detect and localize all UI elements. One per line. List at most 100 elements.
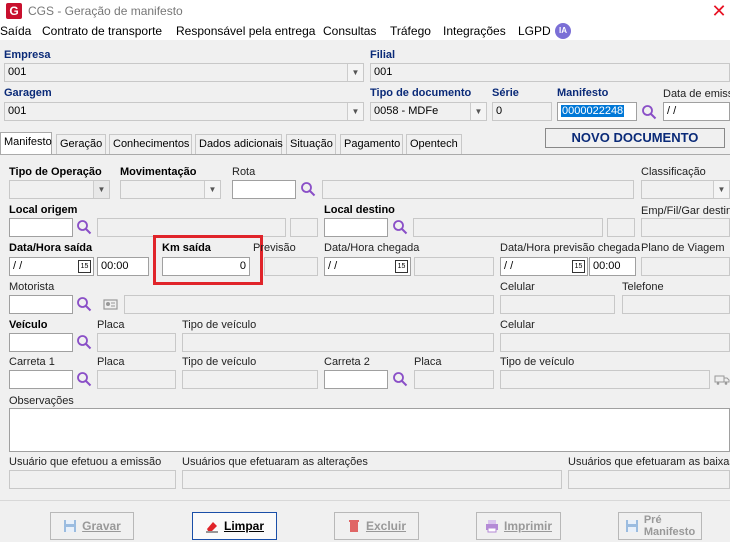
empresa-label: Empresa <box>4 49 51 61</box>
menu-integracoes[interactable]: Integrações <box>443 24 506 38</box>
menu-trafego[interactable]: Tráfego <box>390 24 431 38</box>
search-icon[interactable] <box>392 371 408 387</box>
chevron-down-icon[interactable]: ▼ <box>93 181 109 198</box>
celular-label: Celular <box>500 281 535 293</box>
calendar-icon[interactable]: 15 <box>78 260 91 273</box>
data-emissao-field[interactable]: / / <box>663 102 730 121</box>
search-icon[interactable] <box>641 104 657 120</box>
tab-manifesto[interactable]: Manifesto <box>0 132 52 154</box>
data-chegada-input[interactable]: / / 15 <box>324 257 411 276</box>
serie-field[interactable]: 0 <box>492 102 552 121</box>
telefone-field <box>622 295 730 314</box>
calendar-icon[interactable]: 15 <box>395 260 408 273</box>
tipo-veiculo-label: Tipo de veículo <box>182 319 257 331</box>
close-icon[interactable]: ✕ <box>708 0 730 22</box>
celular2-label: Celular <box>500 319 535 331</box>
limpar-button[interactable]: Limpar <box>192 512 277 540</box>
movimentacao-select[interactable]: ▼ <box>120 180 221 199</box>
search-icon[interactable] <box>76 296 92 312</box>
previsao-field <box>264 257 318 276</box>
ia-badge-icon[interactable]: IA <box>555 23 571 39</box>
tipo-veiculo-carreta1-field <box>182 370 318 389</box>
pre-manifesto-line2: Manifesto <box>643 526 696 538</box>
placa-carreta1-label: Placa <box>97 356 125 368</box>
local-origem-input[interactable] <box>9 218 73 237</box>
classificacao-select[interactable]: ▼ <box>641 180 730 199</box>
tipo-documento-field[interactable]: 0058 - MDFe ▼ <box>370 102 487 121</box>
truck-icon[interactable] <box>714 371 730 387</box>
empresa-field[interactable]: 001 ▼ <box>4 63 364 82</box>
gravar-button[interactable]: Gravar <box>50 512 134 540</box>
search-icon[interactable] <box>392 219 408 235</box>
tab-pagamento[interactable]: Pagamento <box>340 134 403 154</box>
hora-prev-chegada-input[interactable]: 00:00 <box>589 257 636 276</box>
celular-field <box>500 295 615 314</box>
hora-saida-value: 00:00 <box>101 260 129 272</box>
tipo-operacao-select[interactable]: ▼ <box>9 180 110 199</box>
driver-card-icon[interactable] <box>103 296 119 312</box>
tab-geracao[interactable]: Geração <box>56 134 106 154</box>
celular2-field <box>500 333 730 352</box>
data-saida-input[interactable]: / / 15 <box>9 257 94 276</box>
carreta2-input[interactable] <box>324 370 388 389</box>
observacoes-textarea[interactable] <box>9 408 730 452</box>
tab-dados-adicionais[interactable]: Dados adicionais <box>195 134 283 154</box>
printer-icon <box>485 520 498 533</box>
chevron-down-icon[interactable]: ▼ <box>204 181 220 198</box>
rota-description <box>322 180 634 199</box>
garagem-field[interactable]: 001 ▼ <box>4 102 364 121</box>
local-destino-input[interactable] <box>324 218 388 237</box>
veiculo-label: Veículo <box>9 319 48 331</box>
tab-opentech[interactable]: Opentech <box>406 134 462 154</box>
excluir-button[interactable]: Excluir <box>334 512 419 540</box>
pre-manifesto-button[interactable]: Pré Manifesto <box>618 512 702 540</box>
tipo-documento-label: Tipo de documento <box>370 87 472 99</box>
hora-chegada-field <box>414 257 494 276</box>
motorista-input[interactable] <box>9 295 73 314</box>
tipo-veiculo-carreta2-field <box>500 370 710 389</box>
imprimir-button[interactable]: Imprimir <box>476 512 561 540</box>
excluir-label: Excluir <box>365 519 407 533</box>
tab-situacao[interactable]: Situação <box>286 134 336 154</box>
search-icon[interactable] <box>76 371 92 387</box>
local-destino-label: Local destino <box>324 204 395 216</box>
chevron-down-icon[interactable]: ▼ <box>470 103 486 120</box>
tipo-veiculo-field <box>182 333 494 352</box>
menu-lgpd[interactable]: LGPD <box>518 24 551 38</box>
serie-label: Série <box>492 87 519 99</box>
placa-label: Placa <box>97 319 125 331</box>
veiculo-input[interactable] <box>9 333 73 352</box>
placa-carreta2-label: Placa <box>414 356 442 368</box>
save-icon <box>625 520 638 532</box>
manifesto-field[interactable]: 0000022248 <box>557 102 637 121</box>
search-icon[interactable] <box>76 219 92 235</box>
search-icon[interactable] <box>300 181 316 197</box>
menu-saida[interactable]: Saída <box>0 24 31 38</box>
chevron-down-icon[interactable]: ▼ <box>713 181 729 198</box>
carreta1-input[interactable] <box>9 370 73 389</box>
data-prev-chegada-input[interactable]: / / 15 <box>500 257 588 276</box>
calendar-icon[interactable]: 15 <box>572 260 585 273</box>
menu-contrato[interactable]: Contrato de transporte <box>42 24 162 38</box>
placa-carreta2-field <box>414 370 494 389</box>
usuarios-baixas-label: Usuários que efetuaram as baixas <box>568 456 730 468</box>
hora-prev-value: 00:00 <box>593 260 621 272</box>
save-icon <box>64 520 77 532</box>
empresa-value: 001 <box>8 66 27 78</box>
rota-input[interactable] <box>232 180 296 199</box>
usuarios-alteracoes-label: Usuários que efetuaram as alterações <box>182 456 368 468</box>
search-icon[interactable] <box>76 334 92 350</box>
filial-field[interactable]: 001 <box>370 63 730 82</box>
local-origem-uf <box>290 218 318 237</box>
pre-manifesto-line1: Pré <box>643 514 662 526</box>
status-badge: NOVO DOCUMENTO <box>545 128 725 148</box>
hora-saida-input[interactable]: 00:00 <box>97 257 149 276</box>
menu-responsavel[interactable]: Responsável pela entrega <box>176 24 315 38</box>
menu-consultas[interactable]: Consultas <box>323 24 376 38</box>
data-saida-value: / / <box>13 260 23 272</box>
tab-conhecimentos[interactable]: Conhecimentos <box>109 134 192 154</box>
chevron-down-icon[interactable]: ▼ <box>347 64 363 81</box>
pre-manifesto-label: Pré Manifesto <box>644 514 695 538</box>
manifesto-value: 0000022248 <box>561 105 625 117</box>
chevron-down-icon[interactable]: ▼ <box>347 103 363 120</box>
